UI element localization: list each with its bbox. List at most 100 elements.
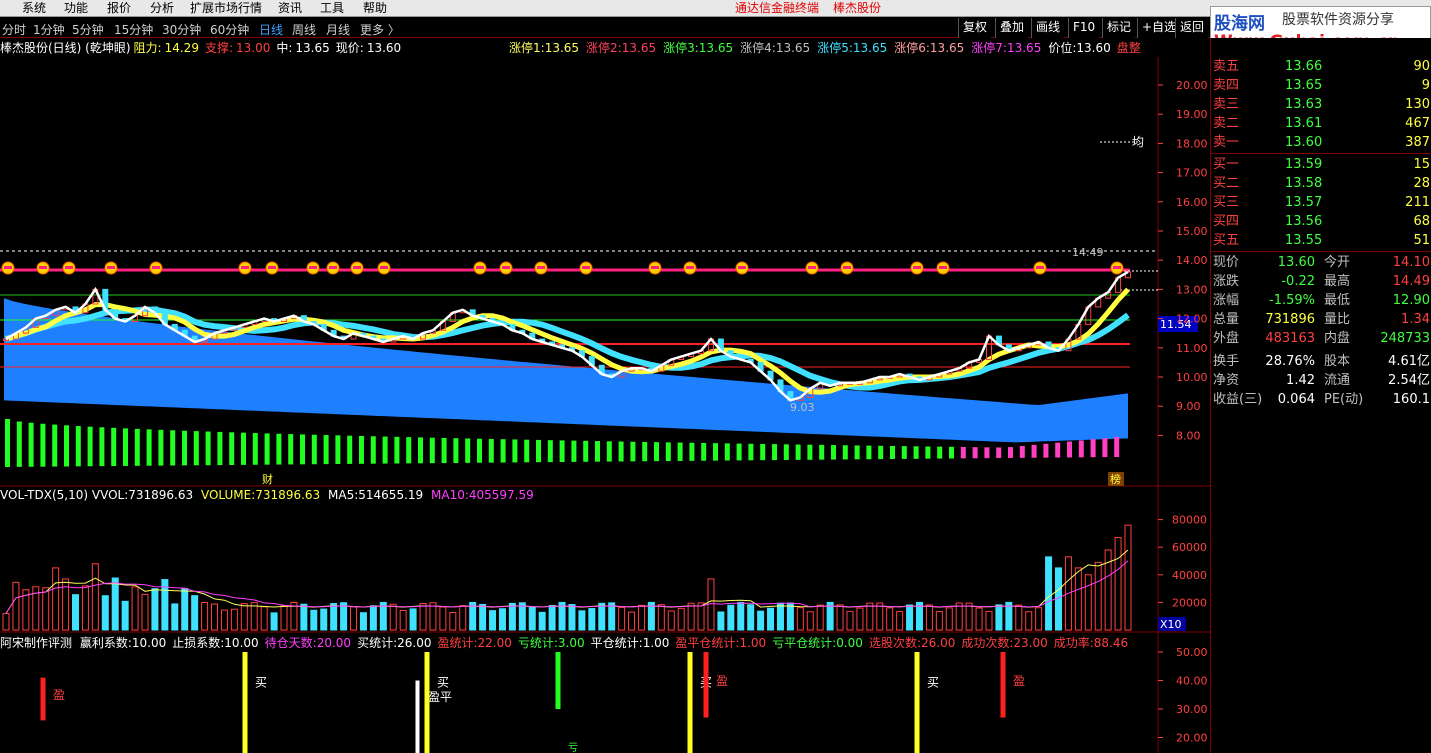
menu-tools[interactable]: 工具 [320,1,344,15]
signal-dot-mark [65,266,73,269]
ask-level-label: 卖三 [1213,97,1240,112]
menu-news[interactable]: 资讯 [278,1,302,15]
quote-stat-row[interactable]: 总量 731896 量比 1.34 [1211,310,1431,329]
period-daily[interactable]: 日线 [259,21,283,38]
volume-bar [211,603,219,631]
bid-level-label: 买二 [1213,176,1240,191]
stat-value: 2.54亿 [1388,373,1430,388]
volume-bar [1074,567,1082,631]
quote-stat-row[interactable]: 外盘 483163 内盘 248733 [1211,329,1431,348]
logo-text-main: 股海网 [1214,14,1265,34]
add-watchlist-button[interactable]: +自选 [1137,18,1181,38]
histogram-bar [713,443,718,461]
ask-row[interactable]: 卖四 13.65 9 [1211,76,1431,95]
histogram-bar [536,439,541,463]
volume-bar [628,611,636,631]
draw-line-button[interactable]: 画线 [1031,18,1065,38]
volume-bar [2,612,10,631]
histogram-bar [878,445,884,460]
quote-stat-row[interactable]: 净资 1.42 流通 2.54亿 [1211,371,1431,390]
period-60min[interactable]: 60分钟 [210,21,249,38]
period-weekly[interactable]: 周线 [292,21,316,38]
trade-signal-bar [703,652,709,718]
bid-row[interactable]: 买四 13.56 68 [1211,212,1431,231]
histogram-bar [1019,445,1025,458]
bid-row[interactable]: 买一 13.59 15 [1211,155,1431,174]
price-axis-label: 20.00 [1176,79,1208,92]
bid-price: 13.58 [1285,176,1323,191]
stat-value: 14.10 [1392,255,1430,270]
histogram-bar [288,434,294,465]
overlay-button[interactable]: 叠加 [995,18,1029,38]
trade-signal-label: 盈 [716,674,728,688]
period-15min[interactable]: 15分钟 [114,21,153,38]
volume-bar [836,604,844,631]
histogram-bar [654,442,659,462]
ask-row[interactable]: 卖一 13.60 387 [1211,133,1431,152]
signal-dot-mark [1036,266,1044,269]
histogram-bar [252,433,258,465]
histogram-bar [134,428,140,466]
histogram-bar [477,438,482,463]
volume-bar [697,602,705,631]
histogram-bar [276,433,282,465]
quote-stat-row[interactable]: 涨跌 -0.22 最高 14.49 [1211,272,1431,291]
histogram-bar [52,424,58,467]
histogram-bar [1043,443,1049,458]
mark-button[interactable]: 标记 [1102,18,1136,38]
trade-signal-label: 买 [927,676,939,690]
ask-row[interactable]: 卖二 13.61 467 [1211,114,1431,133]
period-more[interactable]: 更多 〉 [360,21,400,38]
menu-analysis[interactable]: 分析 [150,1,174,15]
finance-marker: 财 [262,472,273,486]
menu-system[interactable]: 系统 [22,1,46,15]
bid-row[interactable]: 买二 13.58 28 [1211,174,1431,193]
quote-stat-row[interactable]: 换手 28.76% 股本 4.61亿 [1211,352,1431,371]
stat-label: 内盘 [1324,331,1351,346]
bid-row[interactable]: 买三 13.57 211 [1211,193,1431,212]
limit-3-value: 13.65 [698,41,734,55]
quote-stat-row[interactable]: 现价 13.60 今开 14.10 [1211,253,1431,272]
menu-function[interactable]: 功能 [64,1,88,15]
stat-value: 12.90 [1392,293,1430,308]
stat-value: 1.34 [1401,312,1430,327]
signal-dot-mark [502,266,510,269]
stat-value: 1.42 [1286,373,1315,388]
eval-indicator-name: 阿宋制作评测 [0,636,73,650]
volume-bar [1124,524,1132,631]
ask-row[interactable]: 卖三 13.63 130 [1211,95,1431,114]
f10-button[interactable]: F10 [1068,18,1100,38]
menu-help[interactable]: 帮助 [363,1,387,15]
quote-stat-row[interactable]: 涨幅 -1.59% 最低 12.90 [1211,291,1431,310]
bid-row[interactable]: 买五 13.55 51 [1211,231,1431,250]
menu-extended-market[interactable]: 扩展市场行情 [190,1,262,15]
period-5min[interactable]: 5分钟 [72,21,104,38]
stat-label: 外盘 [1213,331,1240,346]
histogram-bar [5,419,10,467]
histogram-bar [842,445,848,460]
trade-signal-label: 买 [437,676,449,690]
adjust-button[interactable]: 复权 [958,18,992,38]
histogram-bar [111,427,117,467]
volume-bar [12,581,20,631]
period-timeshare[interactable]: 分时 [2,21,26,38]
back-button[interactable]: 返回 [1175,18,1209,38]
quote-stat-row[interactable]: 收益(三) 0.064 PE(动) 160.1 [1211,390,1431,409]
period-1min[interactable]: 1分钟 [33,21,65,38]
trade-signal-bar [914,652,920,753]
signal-dot-mark [537,266,545,269]
histogram-bar [854,445,860,460]
histogram-bar [300,434,305,465]
price-axis-label: 18.00 [1176,137,1208,150]
price-axis-label: 12.00 [1176,313,1208,326]
histogram-bar [370,436,376,464]
eval-field-label: 选股次数: [868,636,921,650]
trade-signal-label: 买 [255,676,267,690]
eval-field-label: 盈统计: [437,636,478,650]
menu-quote[interactable]: 报价 [107,1,131,15]
ma10-label: MA10: [431,488,469,502]
bid-price: 13.57 [1285,195,1323,210]
period-monthly[interactable]: 月线 [326,21,350,38]
period-30min[interactable]: 30分钟 [162,21,201,38]
ask-row[interactable]: 卖五 13.66 90 [1211,57,1431,76]
